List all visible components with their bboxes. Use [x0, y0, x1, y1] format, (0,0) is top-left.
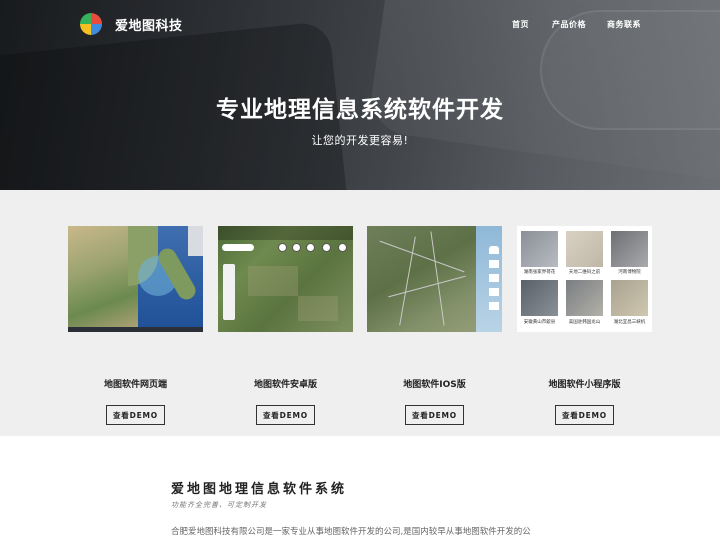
- photo-caption: 湖北宜昌三峡机: [613, 320, 646, 325]
- nav-home[interactable]: 首页: [512, 19, 529, 30]
- about-subtitle: 功能齐全完善、可定制开发: [171, 501, 267, 509]
- pie-logo-icon[interactable]: [80, 13, 102, 35]
- web-demo-screenshot[interactable]: [68, 226, 203, 332]
- demo-title-miniapp: 地图软件小程序版: [548, 380, 621, 390]
- hero-banner: 爱地图科技 首页 产品价格 商务联系 专业地理信息系统软件开发 让您的开发更容易…: [0, 0, 720, 190]
- demo-title-ios: 地图软件IOS版: [403, 380, 466, 390]
- demo-title-web: 地图软件网页端: [103, 380, 167, 390]
- hero-title: 专业地理信息系统软件开发: [216, 97, 504, 123]
- photo-caption: 天地二维码之前: [568, 270, 601, 275]
- photo-caption: 安徽黄山市歙县: [523, 320, 556, 325]
- about-text: 合肥爱地图科技有限公司是一家专业从事地图软件开发的公司,是国内较早从事地图软件开…: [171, 527, 531, 537]
- nav-pricing[interactable]: 产品价格: [552, 19, 586, 30]
- demo-section: 地图软件网页端 查看DEMO 地图软件安卓版 查看DEMO 地图软件IOS版 查…: [0, 190, 720, 436]
- about-section: 爱地图地理信息软件系统 功能齐全完善、可定制开发 合肥爱地图科技有限公司是一家专…: [0, 436, 720, 540]
- photo-caption: 湖南张家界荷花: [523, 270, 556, 275]
- ios-demo-screenshot[interactable]: [367, 226, 502, 332]
- view-demo-button-miniapp[interactable]: 查看DEMO: [555, 405, 614, 425]
- about-title: 爱地图地理信息软件系统: [171, 482, 348, 497]
- photo-caption: 河南博物院: [618, 270, 641, 275]
- view-demo-button-android[interactable]: 查看DEMO: [256, 405, 315, 425]
- photo-caption: 美国驻韩国龙山: [568, 320, 601, 325]
- demo-title-android: 地图软件安卓版: [253, 380, 317, 390]
- android-demo-screenshot[interactable]: [218, 226, 353, 332]
- view-demo-button-ios[interactable]: 查看DEMO: [405, 405, 464, 425]
- brand-name[interactable]: 爱地图科技: [115, 15, 183, 34]
- hero-subtitle: 让您的开发更容易!: [311, 134, 409, 147]
- miniapp-demo-screenshot[interactable]: 湖南张家界荷花 天地二维码之前 河南博物院 安徽黄山市歙县 美国驻韩国龙山 湖北…: [517, 226, 652, 332]
- nav-contact[interactable]: 商务联系: [607, 19, 641, 30]
- view-demo-button-web[interactable]: 查看DEMO: [106, 405, 165, 425]
